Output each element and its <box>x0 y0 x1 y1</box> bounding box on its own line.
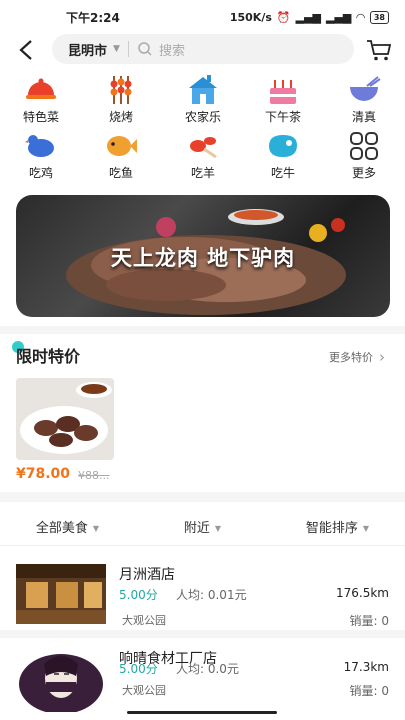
deal-price: ¥78.00 <box>16 466 71 482</box>
banner-slogan: 天上龙肉 地下驴肉 <box>110 246 296 270</box>
search-input[interactable]: 搜索 <box>159 40 185 59</box>
signal2-icon: ▂▄▆ <box>326 10 352 24</box>
shop-distance: 176.5km <box>336 586 389 600</box>
deal-old-price: ¥88... <box>78 469 110 482</box>
shop-thumbnail <box>16 564 106 624</box>
search-icon <box>138 42 152 56</box>
shop-avg-price: 人均: 0.01元 <box>176 588 247 602</box>
category-teseca[interactable]: 特色菜 <box>11 74 71 125</box>
fish-icon <box>103 130 139 162</box>
wifi-icon: ◠ <box>356 10 365 24</box>
network-speed: 150K/s <box>229 10 272 24</box>
shop-area: 大观公园 <box>122 684 166 697</box>
divider <box>127 41 129 57</box>
chevron-down-icon: ▼ <box>214 524 222 533</box>
filter-all-food[interactable]: 全部美食 ▼ <box>0 517 135 536</box>
section-divider <box>0 492 405 502</box>
more-deals-link[interactable]: 更多特价 › <box>329 348 385 366</box>
flash-sale-title: 限时特价 <box>16 347 81 366</box>
category-qingzhen[interactable]: 清真 <box>334 74 394 125</box>
category-chiji[interactable]: 吃鸡 <box>11 130 71 181</box>
shop-sales: 销量: 0 <box>349 684 390 698</box>
skewer-icon <box>103 74 139 106</box>
status-bar: 下午2:24 150K/s ⏰ ▂▄▆ ▂▄▆ ◠ 38 <box>0 0 405 34</box>
city-selector[interactable]: 昆明市 <box>68 40 107 59</box>
battery-icon: 38 <box>369 10 389 24</box>
category-shaokao[interactable]: 烧烤 <box>91 74 151 125</box>
category-chiniu[interactable]: 吃牛 <box>253 130 313 181</box>
category-more[interactable]: 更多 <box>334 130 394 181</box>
home-indicator[interactable] <box>127 711 277 714</box>
grid-more-icon <box>346 130 382 162</box>
filter-bar: 全部美食 ▼ 附近 ▼ 智能排序 ▼ <box>0 508 405 546</box>
category-nongjiale[interactable]: 农家乐 <box>173 74 233 125</box>
shop-distance: 17.3km <box>343 660 389 674</box>
shop-name: 月洲酒店 <box>119 567 175 583</box>
filter-nearby[interactable]: 附近 ▼ <box>135 517 270 536</box>
deal-item-image[interactable] <box>16 378 114 460</box>
search-bar[interactable]: 昆明市 ▼ 搜索 <box>52 34 354 64</box>
signal-icon: ▂▄▆ <box>295 10 321 24</box>
category-chiyang[interactable]: 吃羊 <box>173 130 233 181</box>
chicken-icon <box>23 130 59 162</box>
shop-rating: 5.00分 <box>119 588 158 602</box>
chevron-down-icon: ▼ <box>113 44 120 54</box>
beef-icon <box>265 130 301 162</box>
chevron-down-icon: ▼ <box>92 524 100 533</box>
bowl-icon <box>346 74 382 106</box>
category-chiyu[interactable]: 吃鱼 <box>91 130 151 181</box>
back-arrow-icon[interactable] <box>16 38 38 62</box>
shop-thumbnail <box>16 644 106 712</box>
beef-slices-image <box>16 378 114 460</box>
lamb-icon <box>185 130 221 162</box>
cake-icon <box>265 74 301 106</box>
status-time: 下午2:24 <box>66 10 120 25</box>
shop-list-item[interactable]: 月洲酒店 5.00分 人均: 0.01元 大观公园 176.5km 销量: 0 <box>0 556 405 636</box>
shop-sales: 销量: 0 <box>349 614 390 628</box>
status-right: 150K/s ⏰ ▂▄▆ ▂▄▆ ◠ 38 <box>229 10 389 24</box>
shop-list-item[interactable]: 响晴食材工厂店 5.00分 人均: 0.0元 大观公园 17.3km 销量: 0 <box>0 640 405 720</box>
category-xiawucha[interactable]: 下午茶 <box>253 74 313 125</box>
header: 昆明市 ▼ 搜索 <box>0 34 405 66</box>
cart-icon[interactable] <box>366 38 392 62</box>
shop-rating: 5.00分 <box>119 662 158 676</box>
filter-sort[interactable]: 智能排序 ▼ <box>270 517 405 536</box>
shop-area: 大观公园 <box>122 614 166 627</box>
dish-icon <box>23 74 59 106</box>
promo-banner[interactable]: 天上龙肉 地下驴肉 <box>16 195 390 317</box>
section-divider <box>0 326 405 334</box>
alarm-icon: ⏰ <box>276 10 291 24</box>
chevron-right-icon: › <box>379 348 385 366</box>
chevron-down-icon: ▼ <box>362 524 370 533</box>
section-divider <box>0 630 405 638</box>
farmhouse-icon <box>185 74 221 106</box>
shop-avg-price: 人均: 0.0元 <box>176 662 239 676</box>
